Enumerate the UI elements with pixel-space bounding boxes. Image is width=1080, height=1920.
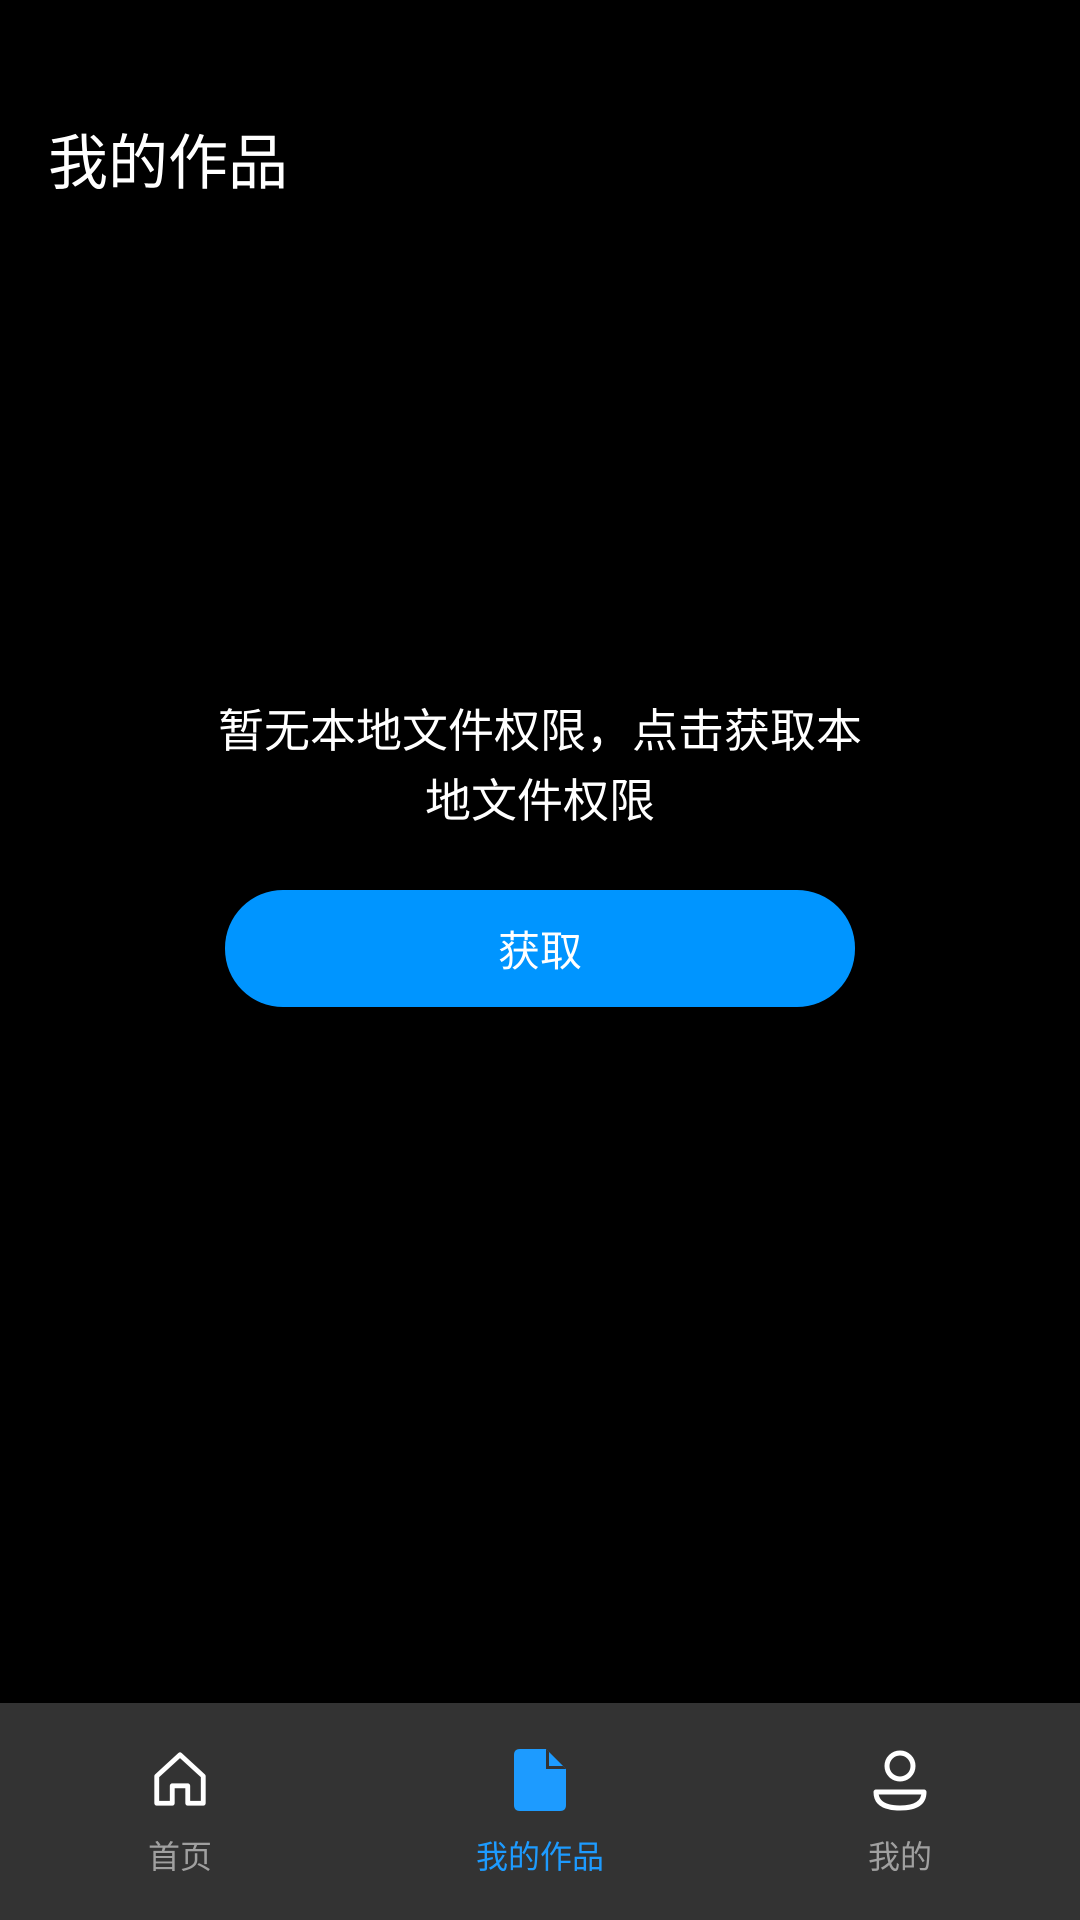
page-title: 我的作品 (48, 129, 288, 199)
tab-home-label: 首页 (147, 1838, 212, 1876)
tab-me[interactable]: 我的 (720, 1703, 1080, 1920)
tab-home[interactable]: 首页 (0, 1703, 360, 1920)
person-icon (865, 1745, 935, 1815)
tab-my-works[interactable]: 我的作品 (360, 1703, 720, 1920)
grant-permission-button[interactable]: 获取 (225, 890, 855, 1007)
empty-state: 暂无本地文件权限，点击获取本地文件权限 获取 (0, 696, 1080, 1007)
home-icon (145, 1745, 215, 1815)
document-icon (505, 1745, 575, 1815)
empty-state-message: 暂无本地文件权限，点击获取本地文件权限 (218, 704, 862, 828)
tab-my-works-label: 我的作品 (475, 1838, 604, 1876)
tab-me-label: 我的 (867, 1838, 932, 1876)
bottom-tab-bar: 首页 我的作品 我的 (0, 1703, 1080, 1920)
